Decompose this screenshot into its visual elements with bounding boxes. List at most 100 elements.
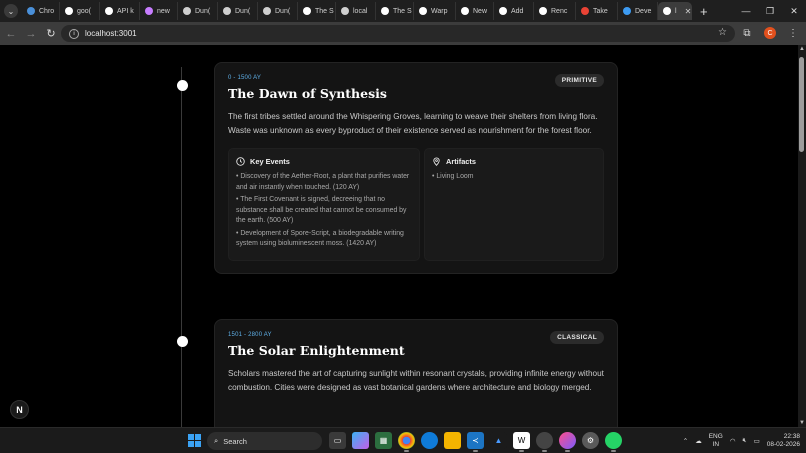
scroll-down-arrow[interactable]: ▼ [798,419,806,427]
file-explorer-icon[interactable] [444,432,461,449]
browser-tab[interactable]: Add [494,2,534,20]
chrome-taskbar-icon[interactable] [398,432,415,452]
tab-title: Dun( [195,7,211,15]
tab-search-button[interactable]: ⌄ [4,4,18,18]
browser-toolbar: ← → ↻ i localhost:3001 ☆ ⧉ C ⋮ [0,22,806,45]
vercel-icon [663,7,671,15]
key-event-item: • Development of Spore-Script, a biodegr… [236,229,404,248]
browser-tab[interactable]: Take [576,2,618,20]
profile-avatar[interactable]: C [764,27,776,39]
taskbar-search[interactable]: ⌕ Search [207,432,322,450]
tab-title: New [473,7,488,15]
tab-title: The S [315,7,334,15]
forward-button[interactable]: → [22,25,40,43]
browser-tab[interactable]: Dun( [178,2,218,20]
artifact-item: • Living Loom [432,173,474,180]
openai-icon [263,7,271,15]
store-icon[interactable]: ▦ [375,432,392,449]
taskbar-search-label: Search [223,436,247,446]
reload-button[interactable]: ↻ [42,25,60,43]
restore-icon[interactable]: ❐ [758,0,782,22]
back-button[interactable]: ← [2,25,20,43]
edge-icon[interactable] [421,432,438,449]
azure-icon[interactable]: ▲ [490,432,507,449]
key-event-item: • The First Covenant is signed, decreein… [236,196,407,224]
gemini-icon [145,7,153,15]
clock-date: 08-02-2026 [766,441,800,448]
clock[interactable]: 22:38 08-02-2026 [767,433,800,449]
era-card: 1501 - 2800 AY The Solar Enlightenment C… [214,319,618,427]
scrollbar-thumb[interactable] [799,57,804,152]
nextjs-dev-indicator[interactable]: N [10,400,29,419]
whatsapp-icon[interactable] [605,432,622,452]
openai-icon [183,7,191,15]
search-icon: ⌕ [214,436,219,445]
address-bar[interactable]: i localhost:3001 ☆ [61,25,735,42]
page-viewport: 0 - 1500 AY The Dawn of Synthesis PRIMIT… [0,45,798,427]
era-type-badge: CLASSICAL [550,331,604,344]
input-language[interactable]: ENG IN [709,433,723,449]
era-date-range: 1501 - 2800 AY [228,332,272,338]
settings-gear-icon[interactable]: ⚙ [582,432,599,449]
tab-list: Chro goo( API k new Dun( Dun( Dun( The S local Th… [22,2,692,20]
start-button[interactable] [188,434,201,447]
era-type-badge: PRIMITIVE [554,74,604,87]
browser-menu-icon[interactable]: ⋮ [784,24,802,42]
browser-tab[interactable]: new [140,2,178,20]
gmail-icon [581,7,589,15]
era-description: The first tribes settled around the Whis… [228,112,598,135]
url-text[interactable]: localhost:3001 [85,29,137,38]
extensions-icon[interactable]: ⧉ [738,24,756,42]
cloud-icon[interactable]: ☁ [695,437,702,445]
wifi-icon[interactable]: ◠ [730,437,736,445]
tab-title: API k [117,7,134,15]
copilot-icon[interactable] [352,432,369,449]
browser-tab[interactable]: local [336,2,376,20]
browser-tab[interactable]: The S [376,2,414,20]
browser-tab[interactable]: Dun( [218,2,258,20]
github-icon [105,7,113,15]
key-events-panel: Key Events • Discovery of the Aether-Roo… [228,148,420,261]
battery-icon[interactable]: ▭ [754,437,760,445]
browser-tab[interactable]: API k [100,2,140,20]
volume-muted-icon[interactable]: 🔇︎ [742,437,746,445]
github-icon [499,7,507,15]
era-card: 0 - 1500 AY The Dawn of Synthesis PRIMIT… [214,62,618,274]
copilot-app-icon[interactable] [559,432,576,452]
browser-tab[interactable]: Dun( [258,2,298,20]
close-window-icon[interactable]: ✕ [782,0,806,22]
browser-tab[interactable]: Renc [534,2,576,20]
github-desktop-icon[interactable] [536,432,553,452]
location-pin-icon [433,157,440,166]
browser-tab-strip: ⌄ Chro goo( API k new Dun( Dun( Dun( The S local… [0,0,806,22]
tab-title: Dun( [275,7,291,15]
key-events-heading: Key Events [250,157,290,166]
minimize-icon[interactable]: — [734,0,758,22]
browser-tab[interactable]: The S [298,2,336,20]
vscode-icon[interactable]: ≺ [467,432,484,452]
scroll-up-arrow[interactable]: ▲ [798,45,806,53]
bookmark-star-icon[interactable]: ☆ [718,27,727,38]
page-scrollbar[interactable]: ▲ ▼ [798,45,806,427]
chevron-up-icon[interactable]: ⌃ [683,437,688,445]
terminal-app-icon[interactable]: W [513,432,530,452]
browser-tab[interactable]: goo( [60,2,100,20]
browser-tab[interactable]: Warp [414,2,456,20]
timeline-line [181,67,182,427]
new-tab-button[interactable]: + [700,4,708,19]
tab-close-icon[interactable]: ✕ [685,7,692,16]
vercel-icon [303,7,311,15]
key-event-item: • Discovery of the Aether-Root, a plant … [236,173,410,191]
warp-icon [419,7,427,15]
tab-title: Warp [431,7,448,15]
vercel-icon [381,7,389,15]
task-view-icon[interactable]: ▭ [329,432,346,449]
browser-tab[interactable]: Deve [618,2,658,20]
timeline-dot [177,336,188,347]
browser-tab[interactable]: New [456,2,494,20]
tab-title: Dun( [235,7,251,15]
browser-tab[interactable]: Chro [22,2,60,20]
browser-tab[interactable]: l ✕ [658,2,692,20]
site-info-icon[interactable]: i [69,28,79,39]
chrome-icon [27,7,35,15]
